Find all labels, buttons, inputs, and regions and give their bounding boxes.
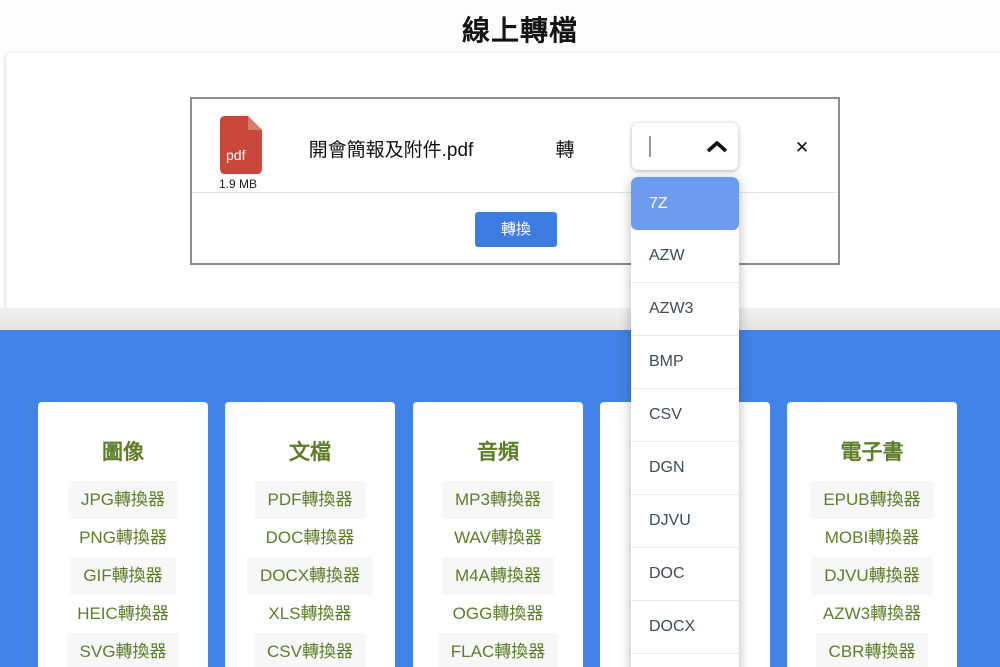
format-options-list: 7Z AZW AZW3 BMP CSV DGN DJVU DOC DOCX bbox=[631, 177, 739, 667]
converter-link[interactable]: DOC轉換器 bbox=[253, 519, 368, 557]
pdf-icon-label: pdf bbox=[226, 147, 245, 163]
converter-link[interactable]: M4A轉換器 bbox=[442, 557, 554, 595]
converter-link[interactable]: XLS轉換器 bbox=[255, 595, 364, 633]
format-option[interactable]: DOC bbox=[631, 548, 739, 601]
category-card-ebooks: 電子書 EPUB轉換器 MOBI轉換器 DJVU轉換器 AZW3轉換器 CBR轉… bbox=[787, 402, 957, 667]
converter-link[interactable]: PDF轉換器 bbox=[255, 481, 366, 519]
pdf-icon-shape bbox=[220, 116, 262, 174]
category-items: MP3轉換器 WAV轉換器 M4A轉換器 OGG轉換器 FLAC轉換器 bbox=[413, 481, 583, 667]
format-option[interactable]: DJVU bbox=[631, 495, 739, 548]
format-option[interactable]: BMP bbox=[631, 336, 739, 389]
category-title: 文檔 bbox=[225, 436, 395, 463]
category-items: JPG轉換器 PNG轉換器 GIF轉換器 HEIC轉換器 SVG轉換器 bbox=[38, 481, 208, 667]
converter-link[interactable]: EPUB轉換器 bbox=[810, 481, 933, 519]
format-option[interactable]: CSV bbox=[631, 389, 739, 442]
converter-link[interactable]: JPG轉換器 bbox=[68, 481, 178, 519]
converter-link[interactable]: FLAC轉換器 bbox=[438, 633, 558, 667]
section-divider-strip bbox=[0, 308, 1000, 330]
file-row-divider bbox=[192, 192, 838, 193]
converter-link[interactable]: PNG轉換器 bbox=[66, 519, 180, 557]
converter-link[interactable]: MOBI轉換器 bbox=[812, 519, 932, 557]
category-card-audio: 音頻 MP3轉換器 WAV轉換器 M4A轉換器 OGG轉換器 FLAC轉換器 bbox=[413, 402, 583, 667]
converter-link[interactable]: DJVU轉換器 bbox=[811, 557, 932, 595]
converter-link[interactable]: MP3轉換器 bbox=[442, 481, 554, 519]
category-items: PDF轉換器 DOC轉換器 DOCX轉換器 XLS轉換器 CSV轉換器 bbox=[225, 481, 395, 667]
category-items: EPUB轉換器 MOBI轉換器 DJVU轉換器 AZW3轉換器 CBR轉換器 bbox=[787, 481, 957, 667]
converter-link[interactable]: OGG轉換器 bbox=[440, 595, 557, 633]
converter-link[interactable]: HEIC轉換器 bbox=[64, 595, 182, 633]
format-option[interactable]: AZW3 bbox=[631, 283, 739, 336]
converter-link[interactable]: GIF轉換器 bbox=[70, 557, 175, 595]
category-card-images: 圖像 JPG轉換器 PNG轉換器 GIF轉換器 HEIC轉換器 SVG轉換器 bbox=[38, 402, 208, 667]
format-option[interactable]: DOCX bbox=[631, 601, 739, 654]
close-icon[interactable]: ✕ bbox=[790, 136, 814, 160]
convert-to-label: 轉 bbox=[543, 135, 587, 162]
page-header: 線上轉檔 bbox=[0, 0, 1000, 52]
converter-link[interactable]: WAV轉換器 bbox=[441, 519, 555, 557]
converter-link[interactable]: DOCX轉換器 bbox=[247, 557, 373, 595]
converter-link[interactable]: CBR轉換器 bbox=[816, 633, 929, 667]
format-option[interactable]: AZW bbox=[631, 230, 739, 283]
chevron-up-icon[interactable] bbox=[706, 141, 728, 153]
converter-link[interactable]: SVG轉換器 bbox=[67, 633, 180, 667]
format-option[interactable]: DGN bbox=[631, 442, 739, 495]
format-combobox[interactable] bbox=[632, 123, 738, 170]
category-title: 音頻 bbox=[413, 436, 583, 463]
file-name: 開會簡報及附件.pdf bbox=[266, 135, 516, 162]
convert-button[interactable]: 轉換 bbox=[475, 212, 557, 247]
converter-link[interactable]: CSV轉換器 bbox=[254, 633, 366, 667]
text-cursor bbox=[649, 136, 651, 157]
category-card-documents: 文檔 PDF轉換器 DOC轉換器 DOCX轉換器 XLS轉換器 CSV轉換器 bbox=[225, 402, 395, 667]
category-title: 圖像 bbox=[38, 436, 208, 463]
format-option[interactable]: 7Z bbox=[631, 177, 739, 230]
converter-link[interactable]: AZW3轉換器 bbox=[810, 595, 934, 633]
page-title: 線上轉檔 bbox=[0, 9, 1000, 49]
category-title: 電子書 bbox=[787, 436, 957, 463]
pdf-file-icon: pdf bbox=[220, 116, 262, 174]
file-size: 1.9 MB bbox=[219, 177, 257, 191]
